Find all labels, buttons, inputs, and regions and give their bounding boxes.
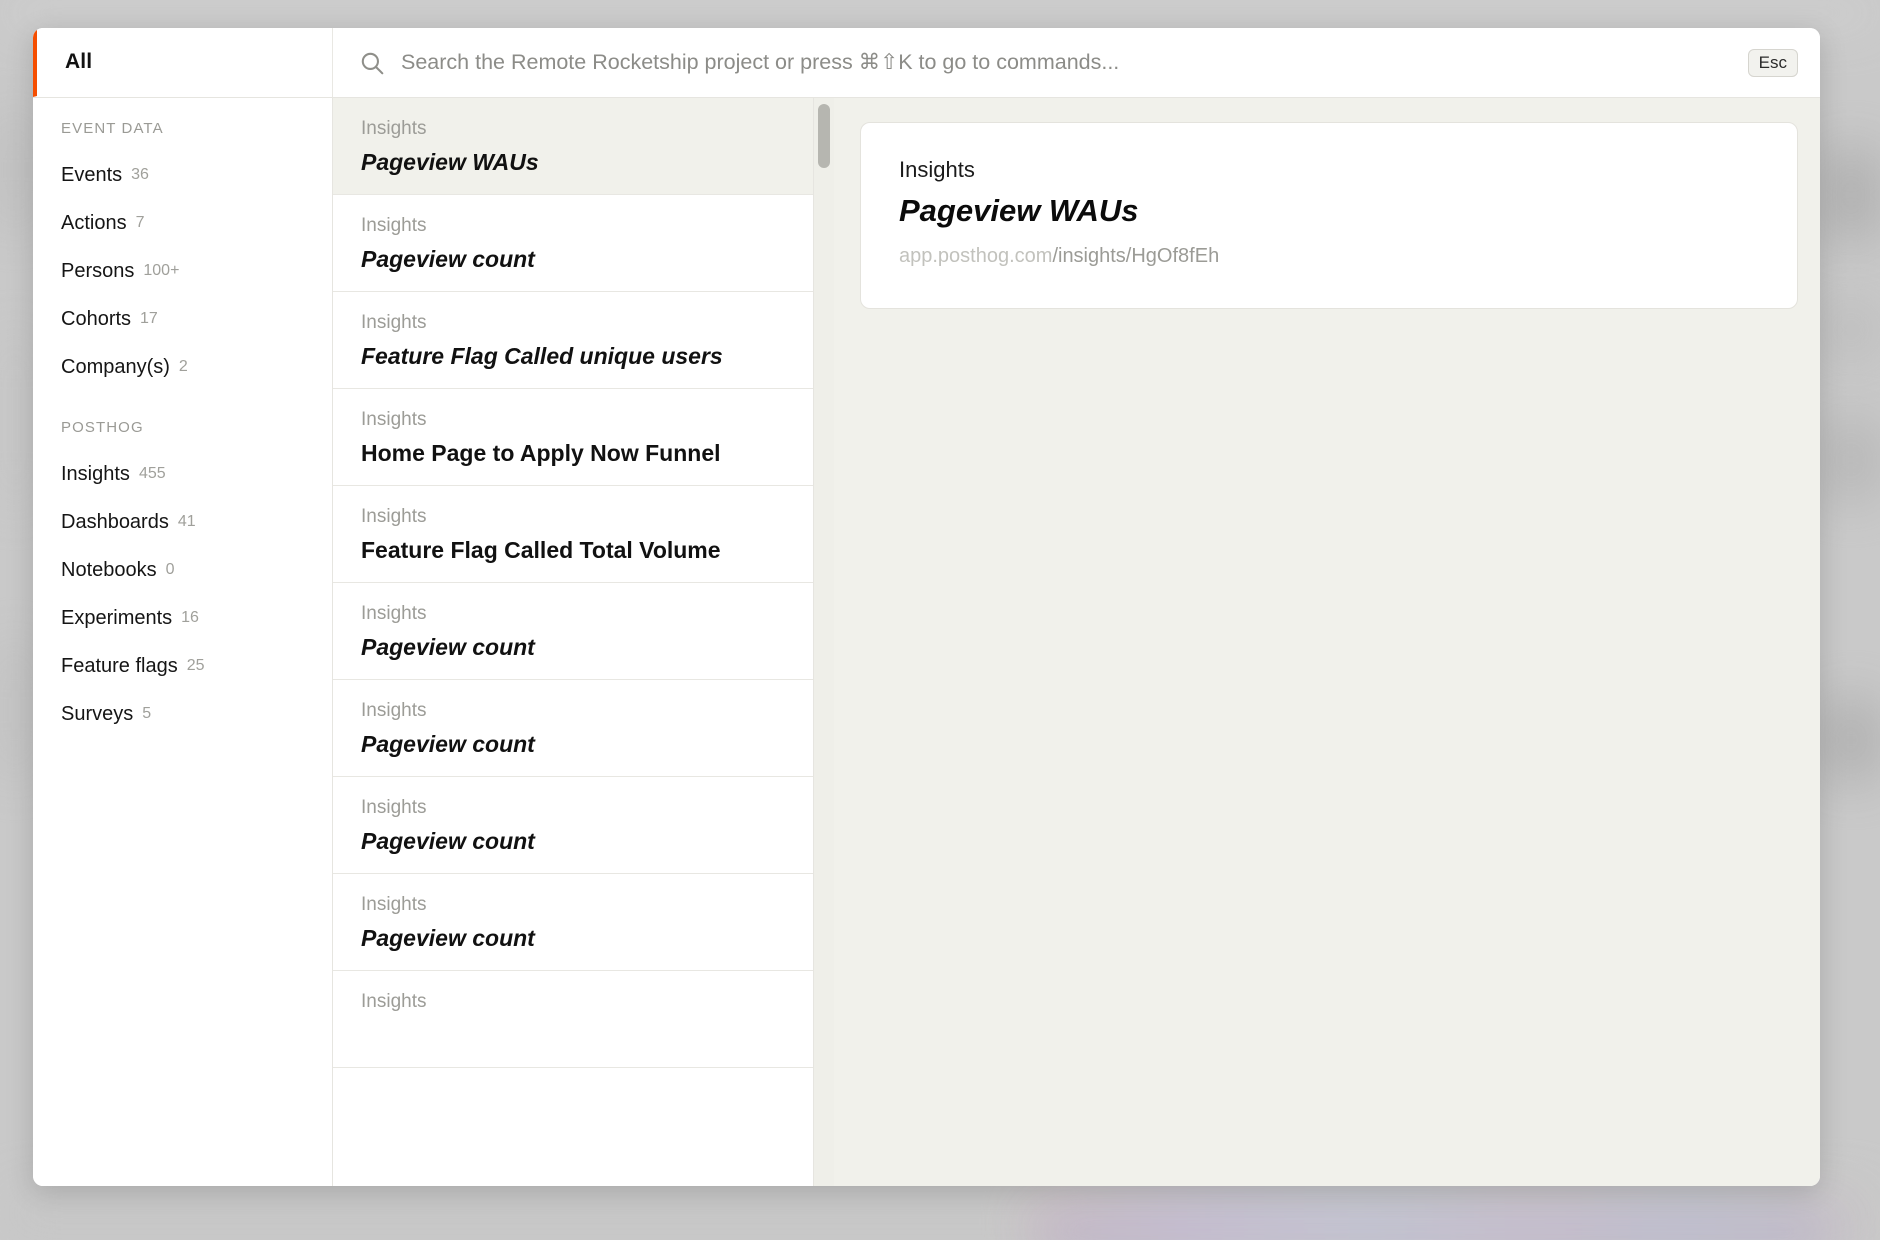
detail-url-host: app.posthog.com	[899, 245, 1053, 267]
tab-all-label: All	[65, 50, 93, 73]
search-results-list: Insights Pageview WAUs Insights Pageview…	[332, 98, 814, 1186]
sidebar-item-count: 0	[165, 561, 175, 578]
detail-card: Insights Pageview WAUs app.posthog.com/i…	[860, 122, 1798, 309]
sidebar-group-posthog: POSTHOG Insights 455 Dashboards 41 Noteb…	[33, 419, 332, 738]
sidebar-item-label: Persons	[61, 259, 135, 282]
search-palette-modal: All Search the Remote Rocketship project…	[33, 28, 1820, 1186]
result-detail-panel: Insights Pageview WAUs app.posthog.com/i…	[834, 98, 1820, 1186]
sidebar-item-count: 7	[135, 214, 145, 231]
result-row[interactable]: Insights Home Page to Apply Now Funnel	[333, 389, 813, 486]
backdrop-blur-region	[0, 0, 1880, 26]
result-title: Pageview count	[361, 634, 535, 660]
sidebar-item-label: Events	[61, 163, 123, 186]
result-row-partial[interactable]: Insights	[333, 971, 813, 1068]
result-row[interactable]: Insights Pageview count	[333, 583, 813, 680]
result-kind: Insights	[361, 409, 427, 430]
result-kind: Insights	[361, 118, 427, 139]
result-kind: Insights	[361, 991, 427, 1012]
sidebar-item-label: Notebooks	[61, 558, 157, 581]
backdrop-blur-region	[1822, 420, 1880, 500]
sidebar-item-events[interactable]: Events 36	[33, 151, 332, 199]
result-kind: Insights	[361, 312, 427, 333]
palette-header: All Search the Remote Rocketship project…	[33, 28, 1820, 98]
result-title: Home Page to Apply Now Funnel	[361, 440, 721, 466]
result-kind: Insights	[361, 700, 427, 721]
sidebar-item-insights[interactable]: Insights 455	[33, 450, 332, 498]
result-row[interactable]: Insights Pageview count	[333, 195, 813, 292]
sidebar-item-count: 25	[186, 657, 205, 674]
results-scrollbar[interactable]	[814, 98, 834, 1186]
sidebar-item-label: Experiments	[61, 606, 173, 629]
backdrop-blur-region	[1822, 700, 1880, 780]
backdrop-blur-region	[0, 640, 30, 780]
backdrop-blur-region	[1822, 150, 1880, 240]
result-title: Pageview count	[361, 925, 535, 951]
search-input[interactable]: Search the Remote Rocketship project or …	[401, 50, 1732, 75]
sidebar-item-feature-flags[interactable]: Feature flags 25	[33, 642, 332, 690]
result-title: Pageview count	[361, 246, 535, 272]
sidebar-item-label: Actions	[61, 211, 127, 234]
result-row[interactable]: Insights Pageview count	[333, 777, 813, 874]
sidebar-item-actions[interactable]: Actions 7	[33, 199, 332, 247]
result-kind: Insights	[361, 894, 427, 915]
result-title: Feature Flag Called unique users	[361, 343, 723, 369]
tab-all[interactable]: All	[33, 28, 332, 97]
sidebar-item-count: 455	[138, 465, 166, 482]
result-row[interactable]: Insights Pageview count	[333, 680, 813, 777]
result-kind: Insights	[361, 506, 427, 527]
backdrop-blur-region	[1035, 1222, 1835, 1240]
search-bar[interactable]: Search the Remote Rocketship project or …	[332, 28, 1820, 97]
sidebar-item-count: 16	[181, 609, 199, 626]
detail-url-path: /insights/HgOf8fEh	[1052, 245, 1220, 267]
sidebar-item-label: Feature flags	[61, 654, 178, 677]
sidebar-item-count: 41	[177, 513, 196, 530]
result-kind: Insights	[361, 215, 427, 236]
sidebar-item-count: 17	[140, 310, 158, 327]
sidebar-item-notebooks[interactable]: Notebooks 0	[33, 546, 332, 594]
result-row[interactable]: Insights Pageview WAUs	[333, 98, 813, 195]
scrollbar-track[interactable]	[818, 98, 830, 1186]
sidebar-item-label: Dashboards	[61, 510, 169, 533]
search-icon	[361, 52, 384, 74]
scrollbar-thumb[interactable]	[818, 104, 830, 168]
sidebar-item-dashboards[interactable]: Dashboards 41	[33, 498, 332, 546]
sidebar-item-label: Insights	[61, 462, 130, 485]
sidebar-item-count: 2	[178, 358, 188, 375]
sidebar-item-companies[interactable]: Company(s) 2	[33, 343, 332, 391]
sidebar: EVENT DATA Events 36 Actions 7 Persons 1…	[33, 98, 332, 1186]
backdrop-blur-region	[0, 110, 30, 230]
detail-title: Pageview WAUs	[899, 193, 1139, 228]
sidebar-item-label: Cohorts	[61, 307, 132, 330]
detail-kind: Insights	[899, 157, 975, 182]
result-title: Pageview count	[361, 828, 535, 854]
backdrop-blur-region	[1822, 300, 1880, 360]
result-row[interactable]: Insights Feature Flag Called Total Volum…	[333, 486, 813, 583]
result-title: Feature Flag Called Total Volume	[361, 537, 721, 563]
sidebar-item-count: 100+	[143, 262, 180, 279]
sidebar-item-surveys[interactable]: Surveys 5	[33, 690, 332, 738]
sidebar-item-persons[interactable]: Persons 100+	[33, 247, 332, 295]
result-title: Pageview WAUs	[361, 149, 539, 175]
result-row[interactable]: Insights Feature Flag Called unique user…	[333, 292, 813, 389]
sidebar-item-count: 5	[142, 705, 152, 722]
palette-body: EVENT DATA Events 36 Actions 7 Persons 1…	[33, 98, 1820, 1186]
sidebar-group-title: EVENT DATA	[61, 120, 164, 137]
sidebar-item-cohorts[interactable]: Cohorts 17	[33, 295, 332, 343]
sidebar-group-title: POSTHOG	[61, 419, 144, 436]
sidebar-item-experiments[interactable]: Experiments 16	[33, 594, 332, 642]
result-kind: Insights	[361, 797, 427, 818]
result-row[interactable]: Insights Pageview count	[333, 874, 813, 971]
sidebar-item-count: 36	[131, 166, 149, 183]
result-kind: Insights	[361, 603, 427, 624]
backdrop-blur-region	[0, 330, 30, 510]
esc-key-badge[interactable]: Esc	[1747, 48, 1798, 77]
result-title: Pageview count	[361, 731, 535, 757]
sidebar-group-event-data: EVENT DATA Events 36 Actions 7 Persons 1…	[33, 120, 332, 391]
sidebar-item-label: Surveys	[61, 702, 134, 725]
detail-url[interactable]: app.posthog.com/insights/HgOf8fEh	[899, 245, 1759, 268]
sidebar-item-label: Company(s)	[61, 355, 170, 378]
